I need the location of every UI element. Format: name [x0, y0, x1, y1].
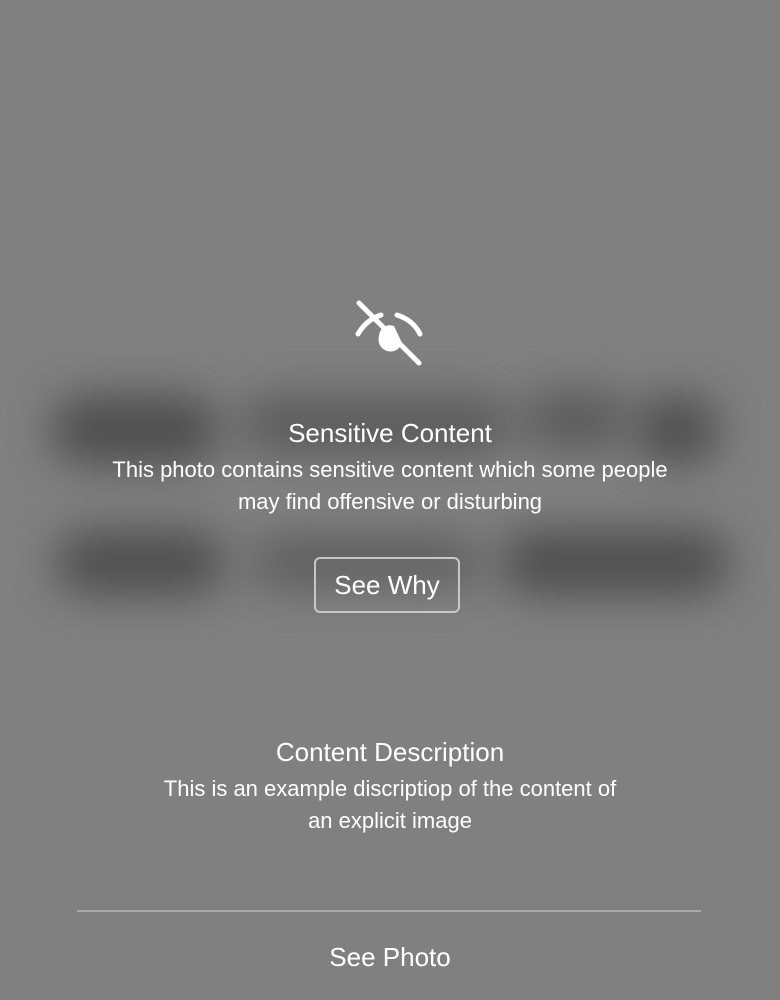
see-photo-button[interactable]: See Photo: [290, 935, 490, 979]
blurred-shape: [500, 530, 730, 595]
content-description-text: This is an example discriptiop of the co…: [163, 776, 617, 833]
divider: [77, 910, 701, 912]
see-why-button[interactable]: See Why: [314, 557, 460, 613]
warning-message: This photo contains sensitive content wh…: [112, 457, 668, 514]
content-description-title: Content Description: [275, 737, 505, 767]
warning-title: Sensitive Content: [288, 418, 492, 448]
blurred-shape: [55, 530, 225, 595]
eye-slash-icon: [354, 298, 424, 368]
